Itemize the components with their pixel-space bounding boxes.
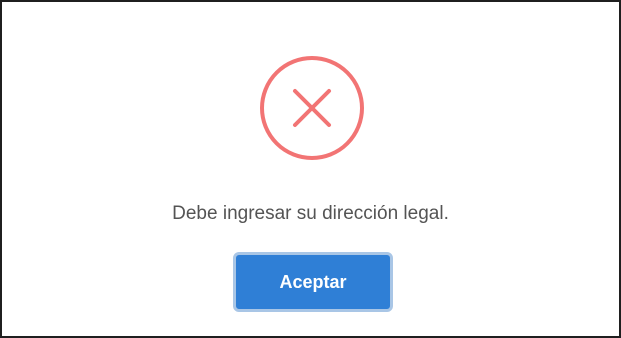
error-x-circle-icon bbox=[258, 54, 366, 162]
alert-dialog: Debe ingresar su dirección legal. Acepta… bbox=[0, 0, 621, 338]
dialog-message: Debe ingresar su dirección legal. bbox=[172, 203, 449, 224]
accept-button[interactable]: Aceptar bbox=[233, 252, 393, 312]
accept-button-label: Aceptar bbox=[279, 272, 347, 292]
